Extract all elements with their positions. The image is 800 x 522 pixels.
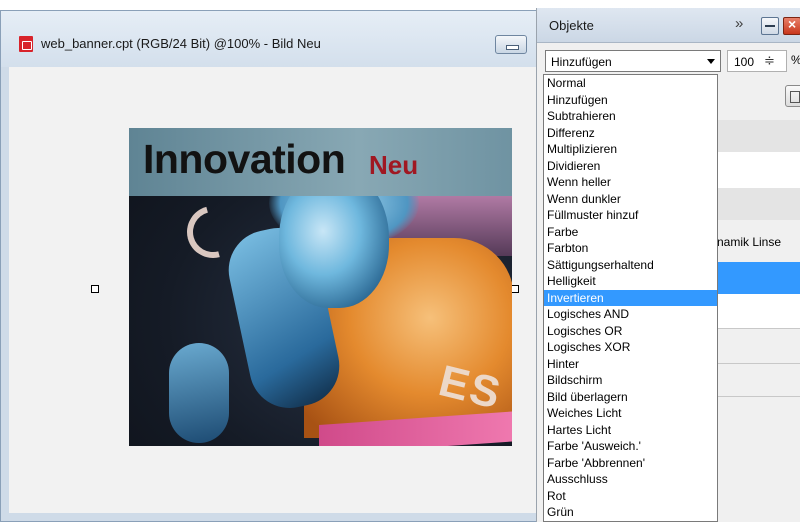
opacity-input[interactable]: 100 ≑ xyxy=(727,50,787,72)
blend-mode-select[interactable]: Hinzufügen xyxy=(545,50,721,72)
panel-close-button[interactable] xyxy=(783,16,800,35)
blend-mode-option[interactable]: Normal xyxy=(544,75,717,92)
blend-mode-option[interactable]: Differenz xyxy=(544,125,717,142)
blend-mode-option[interactable]: Hinzufügen xyxy=(544,92,717,109)
blend-mode-value: Hinzufügen xyxy=(551,55,612,69)
blend-mode-option[interactable]: Invertieren xyxy=(544,289,717,306)
blend-mode-option[interactable]: Rot xyxy=(544,488,717,505)
row-divider xyxy=(717,363,800,364)
panel-row-band xyxy=(717,120,800,152)
banner-image[interactable]: ES Innovation Neu xyxy=(129,128,512,446)
blend-mode-option[interactable]: Logisches OR xyxy=(544,323,717,340)
blend-mode-option[interactable]: Subtrahieren xyxy=(544,108,717,125)
panel-expand-icon[interactable]: » xyxy=(735,15,743,32)
blend-mode-option[interactable]: Bild überlagern xyxy=(544,389,717,406)
panel-minimize-button[interactable] xyxy=(761,17,779,35)
spinner-icon[interactable]: ≑ xyxy=(764,53,775,69)
selected-object-row[interactable] xyxy=(717,262,800,294)
blend-mode-option[interactable]: Dividieren xyxy=(544,158,717,175)
blend-mode-option[interactable]: Bildschirm xyxy=(544,372,717,389)
document-title: web_banner.cpt (RGB/24 Bit) @100% - Bild… xyxy=(41,36,321,51)
blend-mode-option[interactable]: Wenn dunkler xyxy=(544,191,717,208)
panel-row[interactable] xyxy=(717,152,800,188)
chevron-down-icon xyxy=(707,59,715,64)
panel-row-band xyxy=(717,188,800,220)
blend-mode-option[interactable]: Hartes Licht xyxy=(544,422,717,439)
selection-handle-right[interactable] xyxy=(511,285,519,293)
document-titlebar[interactable]: web_banner.cpt (RGB/24 Bit) @100% - Bild… xyxy=(1,11,539,67)
panel-title: Objekte xyxy=(549,18,594,33)
blend-mode-dropdown-list[interactable]: Normal Hinzufügen Subtrahieren Differenz Mul… xyxy=(543,74,718,522)
blend-mode-option[interactable]: Weiches Licht xyxy=(544,405,717,422)
blend-mode-option[interactable]: Farbe 'Ausweich.' xyxy=(544,438,717,455)
second-person-hand xyxy=(169,343,229,443)
blend-mode-option[interactable]: Logisches AND xyxy=(544,306,717,323)
banner-subtitle: Neu xyxy=(369,150,419,180)
opacity-unit: % xyxy=(791,53,800,67)
opacity-value: 100 xyxy=(734,55,755,69)
banner-header-strip: Innovation Neu xyxy=(129,128,512,196)
panel-row[interactable] xyxy=(717,294,800,328)
row-divider xyxy=(717,328,800,329)
blend-mode-option[interactable]: Helligkeit xyxy=(544,273,717,290)
blend-mode-option[interactable]: Multiplizieren xyxy=(544,141,717,158)
minimize-button[interactable] xyxy=(495,35,527,54)
lens-tool-button[interactable] xyxy=(785,85,800,107)
blend-mode-option[interactable]: Farbe xyxy=(544,224,717,241)
blend-mode-option[interactable]: Farbton xyxy=(544,240,717,257)
blend-mode-option[interactable]: Hinter xyxy=(544,356,717,373)
blend-mode-option[interactable]: Wenn heller xyxy=(544,174,717,191)
corel-document-icon xyxy=(19,36,33,52)
selection-handle-left[interactable] xyxy=(91,285,99,293)
blend-mode-option[interactable]: Farbe 'Abbrennen' xyxy=(544,455,717,472)
blend-mode-option[interactable]: Sättigungserhaltend xyxy=(544,257,717,274)
object-label: namik Linse xyxy=(717,235,782,249)
blend-mode-option[interactable]: Füllmuster hinzuf xyxy=(544,207,717,224)
blend-mode-option[interactable]: Ausschluss xyxy=(544,471,717,488)
panel-header: Objekte » xyxy=(537,8,800,43)
blend-mode-option[interactable]: Grün xyxy=(544,504,717,521)
row-divider xyxy=(717,396,800,397)
blend-mode-option[interactable]: Logisches XOR xyxy=(544,339,717,356)
banner-title: Innovation xyxy=(143,136,346,182)
